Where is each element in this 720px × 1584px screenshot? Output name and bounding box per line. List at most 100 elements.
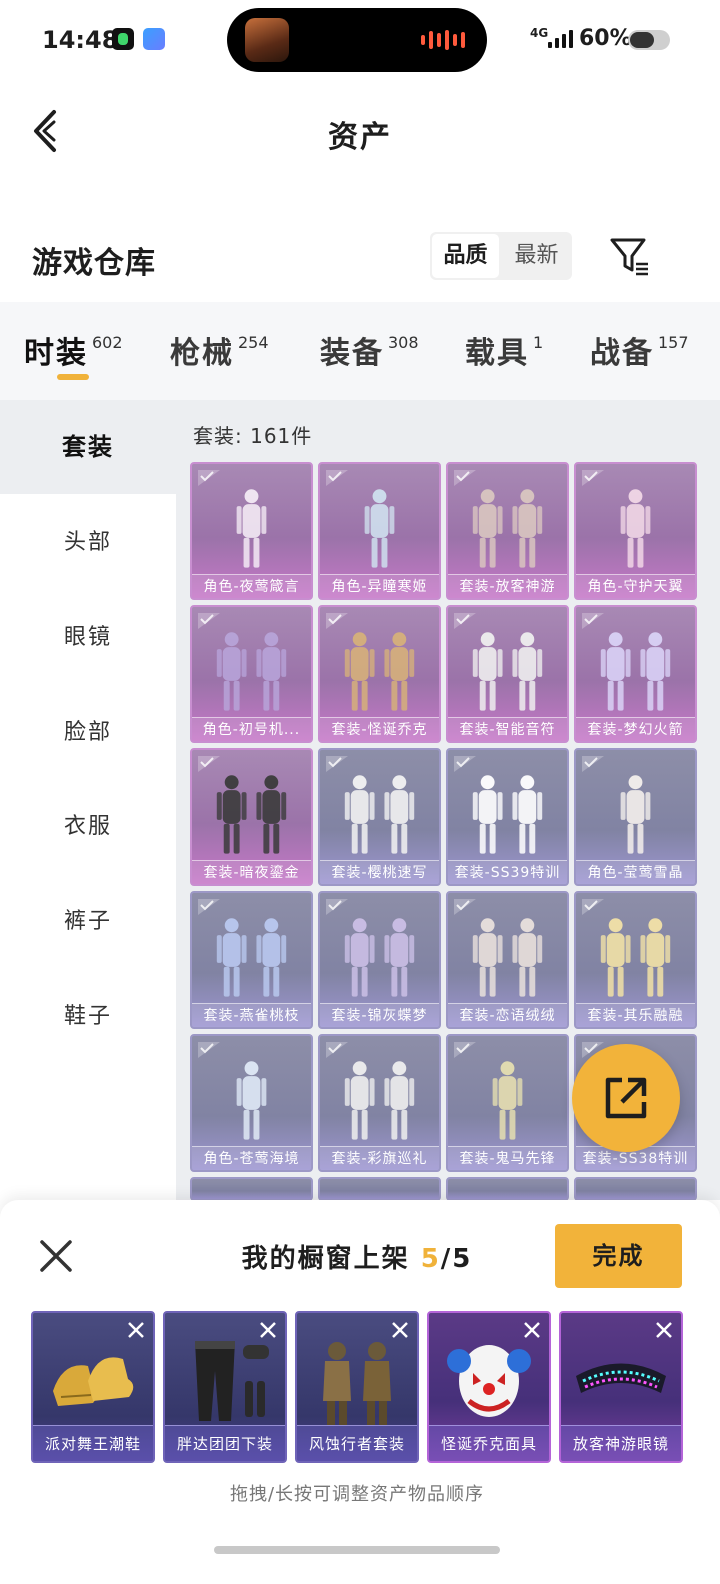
clown-mask-image bbox=[447, 1345, 531, 1417]
grid-item[interactable]: 套装-SS39特训 bbox=[446, 748, 569, 886]
showcase-item[interactable]: 放客神游眼镜 bbox=[559, 1311, 683, 1463]
tab-vehicles[interactable]: 载具 1 bbox=[465, 328, 543, 372]
showcase-current-count: 5 bbox=[420, 1244, 441, 1274]
subnav-item-clothes[interactable]: 衣服 bbox=[0, 780, 176, 874]
grid-item-label: 角色-守护天翼 bbox=[576, 574, 695, 598]
showcase-item-label: 派对舞王潮鞋 bbox=[33, 1425, 153, 1461]
showcase-item[interactable]: 胖达团团下装 bbox=[163, 1311, 287, 1463]
grid-item[interactable]: 套装-锦灰蝶梦 bbox=[318, 891, 441, 1029]
grid-item[interactable]: 套装-恋语绒绒 bbox=[446, 891, 569, 1029]
subnav-item-head[interactable]: 头部 bbox=[0, 496, 176, 590]
grid-item[interactable]: 角色-夜莺箴言 bbox=[190, 462, 313, 600]
tab-fashion[interactable]: 时装 602 bbox=[24, 328, 123, 372]
tab-supplies[interactable]: 战备 157 bbox=[590, 328, 689, 372]
share-icon bbox=[605, 1077, 647, 1119]
grid-item-label: 套装-怪诞乔克 bbox=[320, 717, 439, 741]
subnav-item-face[interactable]: 脸部 bbox=[0, 686, 176, 780]
grid-item[interactable]: 角色-守护天翼 bbox=[574, 462, 697, 600]
outfit-image bbox=[472, 918, 543, 997]
tab-label: 枪械 bbox=[170, 336, 234, 371]
remove-icon[interactable] bbox=[123, 1317, 149, 1343]
outfit-image bbox=[216, 775, 287, 854]
grid-item[interactable]: 套装-怪诞乔克 bbox=[318, 605, 441, 743]
gold-sneakers-image bbox=[53, 1357, 134, 1406]
now-playing-thumbnail bbox=[245, 18, 289, 62]
outfit-image bbox=[492, 1061, 523, 1140]
grid-item-label: 角色-苍莺海境 bbox=[192, 1146, 311, 1170]
grid-item[interactable]: 套装-暗夜鎏金 bbox=[190, 748, 313, 886]
grid-item[interactable]: 套装-其乐融融 bbox=[574, 891, 697, 1029]
notification-app-icon-2 bbox=[143, 28, 165, 50]
grid-item-partial[interactable] bbox=[574, 1177, 697, 1201]
grid-item-label: 角色-初号机... bbox=[192, 717, 311, 741]
grid-item-label: 套装-其乐融融 bbox=[576, 1003, 695, 1027]
grid-item-label: 套装-樱桃速写 bbox=[320, 860, 439, 884]
grid-item-label: 套装-放客神游 bbox=[448, 574, 567, 598]
grid-item[interactable]: 角色-苍莺海境 bbox=[190, 1034, 313, 1172]
outfit-image bbox=[364, 489, 395, 568]
grid-item-label: 套装-彩旗巡礼 bbox=[320, 1146, 439, 1170]
grid-item[interactable]: 角色-初号机... bbox=[190, 605, 313, 743]
subnav-item-shoes[interactable]: 鞋子 bbox=[0, 970, 176, 1064]
tab-guns[interactable]: 枪械 254 bbox=[170, 328, 269, 372]
filter-button[interactable] bbox=[608, 234, 652, 278]
grid-item-label: 套装-智能音符 bbox=[448, 717, 567, 741]
outfit-image bbox=[344, 632, 415, 711]
grid-item-label: 套装-梦幻火箭 bbox=[576, 717, 695, 741]
sort-option-newest[interactable]: 最新 bbox=[503, 234, 570, 278]
tab-count: 157 bbox=[658, 333, 689, 352]
remove-icon[interactable] bbox=[387, 1317, 413, 1343]
subnav-item-glasses[interactable]: 眼镜 bbox=[0, 591, 176, 685]
reorder-hint: 拖拽/长按可调整资产物品顺序 bbox=[229, 1484, 485, 1505]
grid-item[interactable]: 套装-彩旗巡礼 bbox=[318, 1034, 441, 1172]
outfit-image bbox=[344, 775, 415, 854]
tab-label: 战备 bbox=[590, 336, 654, 371]
share-button[interactable] bbox=[572, 1044, 680, 1152]
outfit-image bbox=[600, 632, 671, 711]
tab-equipment[interactable]: 装备 308 bbox=[320, 328, 419, 372]
outfit-image bbox=[216, 918, 287, 997]
showcase-item[interactable]: 怪诞乔克面具 bbox=[427, 1311, 551, 1463]
filter-icon bbox=[610, 238, 648, 276]
grid-item-label: 角色-异瞳寒姬 bbox=[320, 574, 439, 598]
showcase-title-text: 我的橱窗上架 bbox=[241, 1244, 421, 1274]
outfit-image bbox=[472, 775, 543, 854]
grid-item[interactable]: 套装-鬼马先锋 bbox=[446, 1034, 569, 1172]
tab-count: 308 bbox=[388, 333, 419, 352]
outfit-image bbox=[472, 632, 543, 711]
page-title: 资产 bbox=[328, 120, 392, 155]
sort-option-quality[interactable]: 品质 bbox=[432, 234, 499, 278]
showcase-item[interactable]: 派对舞王潮鞋 bbox=[31, 1311, 155, 1463]
network-type: 4G bbox=[530, 26, 549, 40]
grid-item-partial[interactable] bbox=[318, 1177, 441, 1201]
outfit-image bbox=[620, 775, 651, 854]
home-indicator[interactable] bbox=[214, 1546, 500, 1554]
grid-item[interactable]: 角色-异瞳寒姬 bbox=[318, 462, 441, 600]
done-button[interactable]: 完成 bbox=[555, 1224, 682, 1288]
showcase-item[interactable]: 风蚀行者套装 bbox=[295, 1311, 419, 1463]
showcase-item-label: 风蚀行者套装 bbox=[297, 1425, 417, 1461]
outfit-image bbox=[236, 1061, 267, 1140]
grid-item-partial[interactable] bbox=[446, 1177, 569, 1201]
remove-icon[interactable] bbox=[255, 1317, 281, 1343]
grid-item[interactable]: 套装-智能音符 bbox=[446, 605, 569, 743]
remove-icon[interactable] bbox=[519, 1317, 545, 1343]
grid-item-label: 套装-暗夜鎏金 bbox=[192, 860, 311, 884]
grid-item-partial[interactable] bbox=[190, 1177, 313, 1201]
grid-item[interactable]: 套装-放客神游 bbox=[446, 462, 569, 600]
signal-icon bbox=[548, 30, 573, 48]
tab-label: 载具 bbox=[465, 336, 529, 371]
outfit-image bbox=[600, 918, 671, 997]
grid-item[interactable]: 套装-樱桃速写 bbox=[318, 748, 441, 886]
outfit-image bbox=[236, 489, 267, 568]
grid-item[interactable]: 套装-梦幻火箭 bbox=[574, 605, 697, 743]
showcase-total-count: /5 bbox=[440, 1244, 473, 1274]
grid-item[interactable]: 角色-莹莺雪晶 bbox=[574, 748, 697, 886]
remove-icon[interactable] bbox=[651, 1317, 677, 1343]
category-tabs: 时装 602 枪械 254 装备 308 载具 1 战备 157 bbox=[0, 302, 720, 400]
grid-item[interactable]: 套装-燕雀桃枝 bbox=[190, 891, 313, 1029]
subnav-item-sets[interactable]: 套装 bbox=[0, 400, 176, 494]
dynamic-island[interactable] bbox=[227, 8, 487, 72]
subnav-item-pants[interactable]: 裤子 bbox=[0, 875, 176, 969]
tab-count: 602 bbox=[92, 333, 123, 352]
